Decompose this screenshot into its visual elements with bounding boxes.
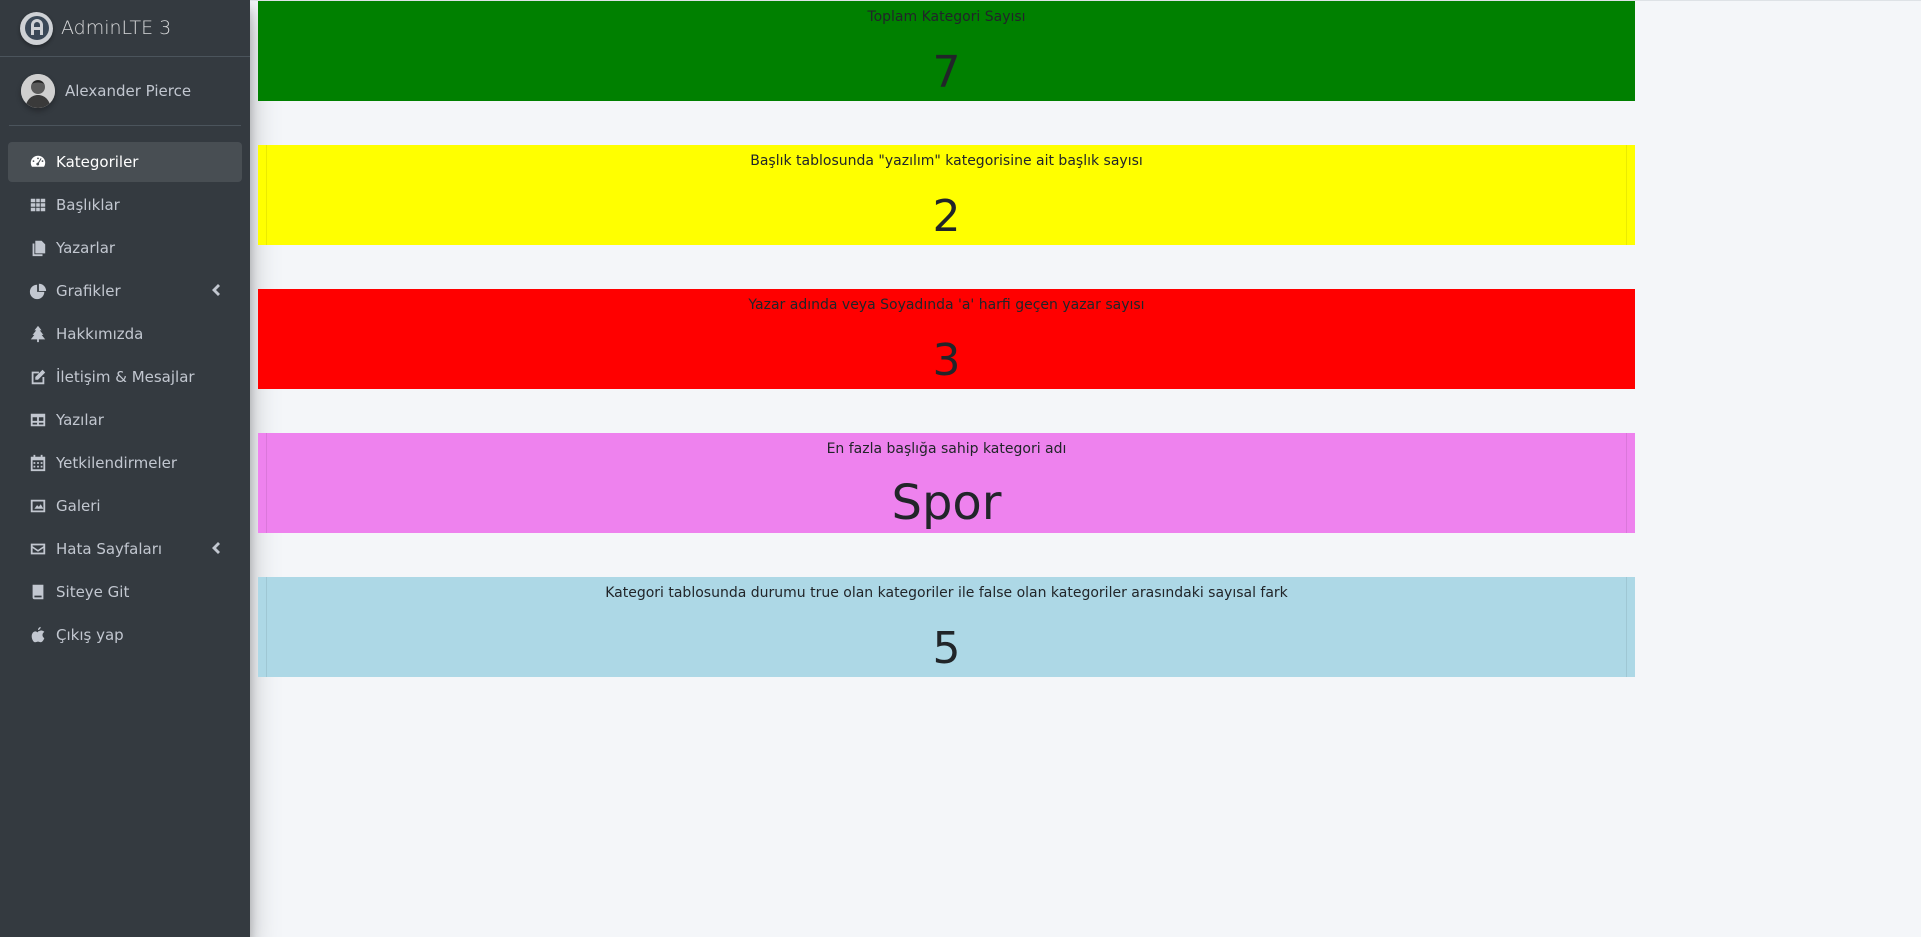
book-icon bbox=[28, 582, 48, 602]
stat-title: Kategori tablosunda durumu true olan kat… bbox=[605, 585, 1288, 601]
sidebar-item-iletisim-mesajlar[interactable]: İletişim & Mesajlar bbox=[8, 357, 242, 397]
sidebar-item-label: Siteye Git bbox=[56, 583, 130, 601]
sidebar-item-yazilar[interactable]: Yazılar bbox=[8, 400, 242, 440]
user-avatar bbox=[21, 74, 55, 108]
sidebar-item-galeri[interactable]: Galeri bbox=[8, 486, 242, 526]
stat-box-top-category: En fazla başlığa sahip kategori adı Spor bbox=[258, 433, 1635, 533]
stat-value: 2 bbox=[932, 191, 961, 242]
sidebar-item-label: Hata Sayfaları bbox=[56, 540, 163, 558]
sidebar-item-hakkimizda[interactable]: Hakkımızda bbox=[8, 314, 242, 354]
adminlte-logo-icon bbox=[20, 11, 53, 45]
sidebar-item-hata-sayfalari[interactable]: Hata Sayfaları bbox=[8, 529, 242, 569]
apple-icon bbox=[28, 625, 48, 645]
brand-link[interactable]: AdminLTE 3 bbox=[0, 0, 250, 57]
stat-title: En fazla başlığa sahip kategori adı bbox=[826, 441, 1067, 457]
edit-icon bbox=[28, 367, 48, 387]
sidebar-item-cikis-yap[interactable]: Çıkış yap bbox=[8, 615, 242, 655]
sidebar-item-kategoriler[interactable]: Kategoriler bbox=[8, 142, 242, 182]
brand-name: AdminLTE 3 bbox=[61, 17, 172, 39]
stat-value: 5 bbox=[932, 623, 961, 674]
user-panel[interactable]: Alexander Pierce bbox=[9, 57, 241, 126]
stat-title: Yazar adında veya Soyadında 'a' harfi ge… bbox=[748, 297, 1145, 313]
stat-box-authors-with-a: Yazar adında veya Soyadında 'a' harfi ge… bbox=[258, 289, 1635, 389]
stat-title: Başlık tablosunda "yazılım" kategorisine… bbox=[750, 153, 1143, 169]
stat-box-status-difference: Kategori tablosunda durumu true olan kat… bbox=[258, 577, 1635, 677]
copy-documents-icon bbox=[28, 238, 48, 258]
table-icon bbox=[28, 410, 48, 430]
stat-title: Toplam Kategori Sayısı bbox=[867, 9, 1026, 25]
chevron-left-icon[interactable] bbox=[210, 541, 226, 557]
stat-value: 7 bbox=[932, 47, 961, 98]
image-icon bbox=[28, 496, 48, 516]
main-content: Toplam Kategori Sayısı 7 Başlık tablosun… bbox=[250, 0, 1921, 937]
pie-chart-icon bbox=[28, 281, 48, 301]
envelope-icon bbox=[28, 539, 48, 559]
sidebar-item-label: Kategoriler bbox=[56, 153, 139, 171]
sidebar-item-siteye-git[interactable]: Siteye Git bbox=[8, 572, 242, 612]
sidebar-item-label: İletişim & Mesajlar bbox=[56, 368, 195, 386]
sidebar-item-label: Çıkış yap bbox=[56, 626, 124, 644]
sidebar-item-grafikler[interactable]: Grafikler bbox=[8, 271, 242, 311]
sidebar-item-basliklar[interactable]: Başlıklar bbox=[8, 185, 242, 225]
sidebar-item-label: Başlıklar bbox=[56, 196, 120, 214]
user-name: Alexander Pierce bbox=[65, 82, 192, 100]
sidebar-item-label: Yazılar bbox=[56, 411, 104, 429]
tree-icon bbox=[28, 324, 48, 344]
chevron-left-icon[interactable] bbox=[210, 283, 226, 299]
calendar-icon bbox=[28, 453, 48, 473]
sidebar-item-label: Yazarlar bbox=[56, 239, 116, 257]
sidebar-item-label: Hakkımızda bbox=[56, 325, 144, 343]
sidebar-item-label: Grafikler bbox=[56, 282, 121, 300]
sidebar-item-label: Galeri bbox=[56, 497, 101, 515]
dashboard-gauge-icon bbox=[28, 152, 48, 172]
stat-value: Spor bbox=[891, 475, 1002, 531]
stat-box-software-titles: Başlık tablosunda "yazılım" kategorisine… bbox=[258, 145, 1635, 245]
stat-box-total-categories: Toplam Kategori Sayısı 7 bbox=[258, 1, 1635, 101]
stat-value: 3 bbox=[932, 335, 961, 386]
sidebar-item-yetkilendirmeler[interactable]: Yetkilendirmeler bbox=[8, 443, 242, 483]
sidebar-nav: Kategoriler Başlıklar Yazarlar Grafikler bbox=[0, 142, 250, 655]
sidebar: AdminLTE 3 Alexander Pierce Kategoriler … bbox=[0, 0, 250, 937]
grid-table-icon bbox=[28, 195, 48, 215]
sidebar-item-yazarlar[interactable]: Yazarlar bbox=[8, 228, 242, 268]
sidebar-item-label: Yetkilendirmeler bbox=[56, 454, 178, 472]
